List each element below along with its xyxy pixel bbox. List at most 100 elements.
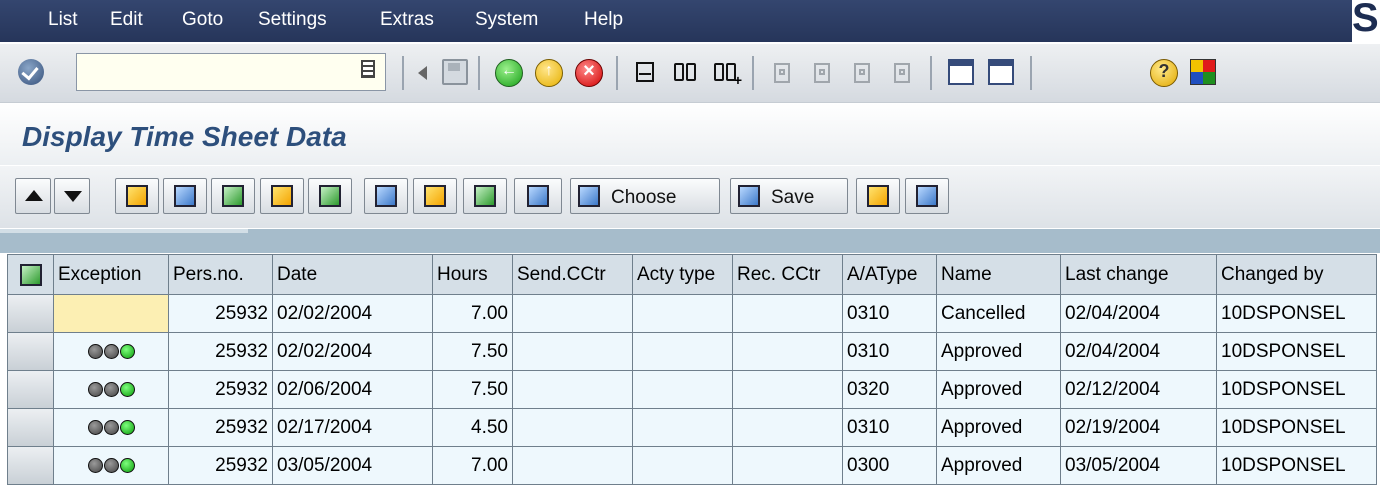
sum-button[interactable] xyxy=(463,178,507,214)
acty-type-cell xyxy=(632,446,733,485)
search-button[interactable] xyxy=(163,178,207,214)
changed-by-cell: 10DSPONSEL xyxy=(1216,370,1377,409)
changed-by-cell: 10DSPONSEL xyxy=(1216,332,1377,371)
column-header-rec-cctr[interactable]: Rec. CCtr xyxy=(732,254,843,295)
menu-system[interactable]: System xyxy=(475,9,538,31)
menu-list[interactable]: List xyxy=(48,9,78,31)
column-header-changed-by[interactable]: Changed by xyxy=(1216,254,1377,295)
date-cell: 02/02/2004 xyxy=(272,294,433,333)
column-header-date[interactable]: Date xyxy=(272,254,433,295)
table-row[interactable]: 25932 02/02/2004 7.00 0310 Cancelled 02/… xyxy=(7,294,1377,333)
name-cell: Approved xyxy=(936,370,1061,409)
menu-help[interactable]: Help xyxy=(584,9,623,31)
filter-icon xyxy=(271,185,293,207)
find-next-icon[interactable]: + xyxy=(713,59,742,88)
column-header-last-change[interactable]: Last change xyxy=(1060,254,1217,295)
save-icon[interactable] xyxy=(442,59,468,85)
previous-page-icon[interactable] xyxy=(810,61,836,87)
menu-extras[interactable]: Extras xyxy=(380,9,434,31)
name-cell: Approved xyxy=(936,408,1061,447)
menu-goto[interactable]: Goto xyxy=(182,9,223,31)
pers-no-cell: 25932 xyxy=(168,370,273,409)
select-next-button[interactable] xyxy=(54,178,90,214)
back-icon[interactable] xyxy=(495,59,523,87)
filter-button[interactable] xyxy=(260,178,304,214)
sigma-icon xyxy=(474,185,496,207)
abc-analysis-icon xyxy=(867,185,889,207)
menu-settings[interactable]: Settings xyxy=(258,9,327,31)
set-filter-button[interactable] xyxy=(413,178,457,214)
date-cell: 02/06/2004 xyxy=(272,370,433,409)
funnel-icon xyxy=(424,185,446,207)
column-header-exception[interactable]: Exception xyxy=(53,254,169,295)
column-header-acty-type[interactable]: Acty type xyxy=(632,254,733,295)
collapse-arrow-icon[interactable] xyxy=(418,66,427,80)
date-cell: 02/02/2004 xyxy=(272,332,433,371)
exception-cell xyxy=(53,370,169,409)
abc-analysis-button[interactable] xyxy=(856,178,900,214)
hours-cell: 7.00 xyxy=(432,294,513,333)
select-all-cell[interactable] xyxy=(7,254,54,295)
last-page-icon[interactable] xyxy=(890,61,916,87)
choose-layout-icon xyxy=(578,185,600,207)
layout-button[interactable] xyxy=(514,178,562,214)
acty-type-cell xyxy=(632,370,733,409)
find-icon[interactable] xyxy=(673,59,699,85)
rec-cctr-cell xyxy=(732,408,843,447)
row-selector[interactable] xyxy=(7,370,54,409)
column-header-send-cctr[interactable]: Send.CCtr xyxy=(512,254,633,295)
rec-cctr-cell xyxy=(732,370,843,409)
print-icon[interactable] xyxy=(633,59,659,85)
menu-edit[interactable]: Edit xyxy=(110,9,143,31)
last-change-cell: 02/04/2004 xyxy=(1060,294,1217,333)
hours-cell: 7.50 xyxy=(432,370,513,409)
pers-no-cell: 25932 xyxy=(168,408,273,447)
row-selector[interactable] xyxy=(7,408,54,447)
standard-toolbar: + xyxy=(0,44,1380,103)
table-row[interactable]: 25932 02/02/2004 7.50 0310 Approved 02/0… xyxy=(7,332,1377,371)
table-row[interactable]: 25932 02/17/2004 4.50 0310 Approved 02/1… xyxy=(7,408,1377,447)
column-header-name[interactable]: Name xyxy=(936,254,1061,295)
pers-no-cell: 25932 xyxy=(168,294,273,333)
table-row[interactable]: 25932 02/06/2004 7.50 0320 Approved 02/1… xyxy=(7,370,1377,409)
toolbar-separator xyxy=(1030,56,1032,90)
toolbar-separator xyxy=(616,56,618,90)
cancel-icon[interactable] xyxy=(575,59,603,87)
toolbar-separator xyxy=(930,56,932,90)
help-icon[interactable] xyxy=(1150,59,1178,87)
row-selector[interactable] xyxy=(7,332,54,371)
print-list-button[interactable] xyxy=(211,178,255,214)
row-selector[interactable] xyxy=(7,446,54,485)
row-selector[interactable] xyxy=(7,294,54,333)
export-button[interactable] xyxy=(308,178,352,214)
import-button[interactable] xyxy=(364,178,408,214)
details-button[interactable] xyxy=(115,178,159,214)
details-icon xyxy=(126,185,148,207)
create-session-icon[interactable] xyxy=(948,59,974,85)
traffic-light-icon xyxy=(58,458,164,473)
sap-logo: S xyxy=(1352,0,1380,42)
create-shortcut-icon[interactable] xyxy=(988,59,1014,85)
select-previous-button[interactable] xyxy=(15,178,51,214)
customize-layout-icon[interactable] xyxy=(1190,59,1216,85)
search-icon xyxy=(174,185,196,207)
select-all-icon xyxy=(19,263,42,286)
arrow-up-icon xyxy=(22,185,44,207)
command-history-icon[interactable] xyxy=(361,60,375,78)
command-field[interactable] xyxy=(76,53,386,91)
toolbar-separator xyxy=(752,56,754,90)
column-header-hours[interactable]: Hours xyxy=(432,254,513,295)
exit-icon[interactable] xyxy=(535,59,563,87)
graphic-button[interactable] xyxy=(905,178,949,214)
time-sheet-grid: Exception Pers.no. Date Hours Send.CCtr … xyxy=(7,254,1377,485)
table-row[interactable]: 25932 03/05/2004 7.00 0300 Approved 03/0… xyxy=(7,446,1377,485)
first-page-icon[interactable] xyxy=(770,61,796,87)
grid-title-strip xyxy=(0,229,1380,253)
choose-button[interactable]: Choose xyxy=(570,178,720,214)
column-header-aa-type[interactable]: A/AType xyxy=(842,254,937,295)
save-layout-button[interactable]: Save xyxy=(730,178,848,214)
traffic-light-icon xyxy=(58,344,164,359)
enter-icon[interactable] xyxy=(18,59,44,85)
column-header-pers-no[interactable]: Pers.no. xyxy=(168,254,273,295)
next-page-icon[interactable] xyxy=(850,61,876,87)
